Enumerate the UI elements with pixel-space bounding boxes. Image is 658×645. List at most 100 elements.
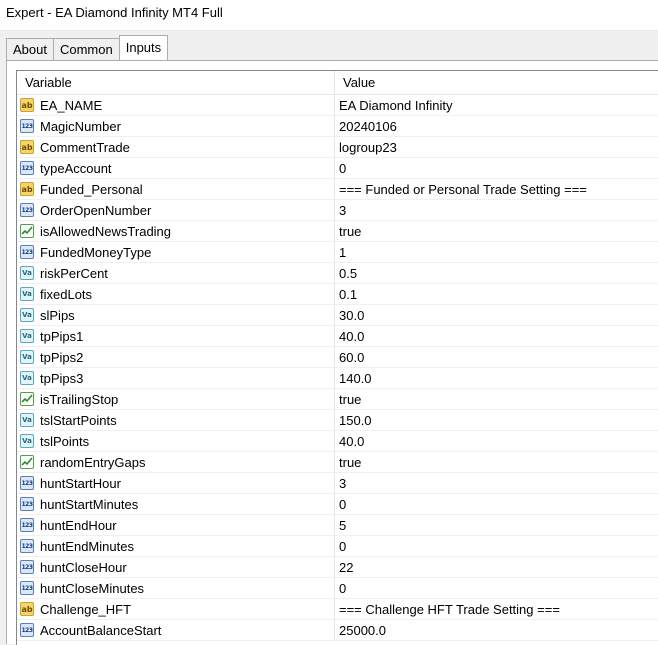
variable-name: Challenge_HFT bbox=[40, 601, 132, 617]
tab-inputs[interactable]: Inputs bbox=[118, 35, 169, 60]
table-row[interactable]: isTrailingStop true bbox=[17, 389, 658, 410]
variable-cell: Va tpPips2 bbox=[17, 347, 335, 368]
value-cell[interactable]: logroup23 bbox=[335, 137, 658, 158]
variable-name: riskPerCent bbox=[40, 265, 108, 281]
table-row[interactable]: ab EA_NAME EA Diamond Infinity bbox=[17, 95, 658, 116]
integer-icon: 123 bbox=[20, 245, 34, 259]
table-row[interactable]: Va riskPerCent 0.5 bbox=[17, 263, 658, 284]
value-cell[interactable]: 0 bbox=[335, 158, 658, 179]
table-row[interactable]: Va tpPips2 60.0 bbox=[17, 347, 658, 368]
value-cell[interactable]: 140.0 bbox=[335, 368, 658, 389]
column-header-variable[interactable]: Variable bbox=[17, 71, 335, 94]
value-cell[interactable]: 0 bbox=[335, 536, 658, 557]
double-icon: Va bbox=[20, 413, 34, 427]
value-cell[interactable]: true bbox=[335, 452, 658, 473]
value-cell[interactable]: 20240106 bbox=[335, 116, 658, 137]
value-cell[interactable]: 0.1 bbox=[335, 284, 658, 305]
inputs-table: Variable Value ab EA_NAME EA Diamond Infin… bbox=[16, 70, 658, 645]
variable-name: huntCloseMinutes bbox=[40, 580, 145, 596]
value-cell[interactable]: 5 bbox=[335, 515, 658, 536]
value-cell[interactable]: 40.0 bbox=[335, 431, 658, 452]
string-icon: ab bbox=[20, 140, 34, 154]
double-icon: Va bbox=[20, 350, 34, 364]
value-cell[interactable]: === Challenge HFT Trade Setting === bbox=[335, 599, 658, 620]
tab-about[interactable]: About bbox=[6, 38, 54, 60]
value-cell[interactable]: true bbox=[335, 221, 658, 242]
table-row[interactable]: 123 huntCloseMinutes 0 bbox=[17, 578, 658, 599]
table-row[interactable]: 123 huntStartHour 3 bbox=[17, 473, 658, 494]
window-title: Expert - EA Diamond Infinity MT4 Full bbox=[0, 0, 658, 31]
double-icon: Va bbox=[20, 371, 34, 385]
table-row[interactable]: Va slPips 30.0 bbox=[17, 305, 658, 326]
variable-name: EA_NAME bbox=[40, 97, 103, 113]
table-row[interactable]: 123 huntCloseHour 22 bbox=[17, 557, 658, 578]
table-row[interactable]: Va tpPips1 40.0 bbox=[17, 326, 658, 347]
table-row[interactable]: Va tpPips3 140.0 bbox=[17, 368, 658, 389]
variable-name: AccountBalanceStart bbox=[40, 622, 162, 638]
variable-cell: isAllowedNewsTrading bbox=[17, 221, 335, 242]
value-cell[interactable]: 3 bbox=[335, 200, 658, 221]
value-cell[interactable]: 0 bbox=[335, 494, 658, 515]
variable-cell: 123 OrderOpenNumber bbox=[17, 200, 335, 221]
variable-name: fixedLots bbox=[40, 286, 93, 302]
value-cell[interactable]: 0 bbox=[335, 578, 658, 599]
value-cell[interactable]: 25000.0 bbox=[335, 620, 658, 641]
string-icon: ab bbox=[20, 182, 34, 196]
value-cell[interactable]: EA Diamond Infinity bbox=[335, 95, 658, 116]
table-row[interactable]: 123 typeAccount 0 bbox=[17, 158, 658, 179]
table-row[interactable]: ab CommentTrade logroup23 bbox=[17, 137, 658, 158]
variable-name: tpPips3 bbox=[40, 370, 84, 386]
table-row[interactable]: 123 FundedMoneyType 1 bbox=[17, 242, 658, 263]
value-cell[interactable]: 22 bbox=[335, 557, 658, 578]
table-row[interactable]: ab Challenge_HFT === Challenge HFT Trade S… bbox=[17, 599, 658, 620]
value-cell[interactable]: 40.0 bbox=[335, 326, 658, 347]
variable-name: huntCloseHour bbox=[40, 559, 127, 575]
value-cell[interactable]: 30.0 bbox=[335, 305, 658, 326]
value-cell[interactable]: true bbox=[335, 389, 658, 410]
table-row[interactable]: randomEntryGaps true bbox=[17, 452, 658, 473]
double-icon: Va bbox=[20, 434, 34, 448]
variable-cell: ab CommentTrade bbox=[17, 137, 335, 158]
variable-name: tpPips2 bbox=[40, 349, 84, 365]
inputs-panel: Variable Value ab EA_NAME EA Diamond Infin… bbox=[6, 60, 658, 645]
table-row[interactable]: Va fixedLots 0.1 bbox=[17, 284, 658, 305]
double-icon: Va bbox=[20, 329, 34, 343]
value-cell[interactable]: === Funded or Personal Trade Setting === bbox=[335, 179, 658, 200]
value-cell[interactable]: 0.5 bbox=[335, 263, 658, 284]
variable-name: isAllowedNewsTrading bbox=[40, 223, 172, 239]
table-row[interactable]: 123 huntStartMinutes 0 bbox=[17, 494, 658, 515]
table-row[interactable]: 123 AccountBalanceStart 25000.0 bbox=[17, 620, 658, 641]
table-row[interactable]: ab Funded_Personal === Funded or Personal … bbox=[17, 179, 658, 200]
integer-icon: 123 bbox=[20, 119, 34, 133]
value-cell[interactable]: 3 bbox=[335, 473, 658, 494]
table-row[interactable]: isAllowedNewsTrading true bbox=[17, 221, 658, 242]
table-row[interactable]: Va tslStartPoints 150.0 bbox=[17, 410, 658, 431]
variable-name: typeAccount bbox=[40, 160, 112, 176]
variable-cell: isTrailingStop bbox=[17, 389, 335, 410]
integer-icon: 123 bbox=[20, 161, 34, 175]
variable-cell: Va riskPerCent bbox=[17, 263, 335, 284]
table-row[interactable]: 123 MagicNumber 20240106 bbox=[17, 116, 658, 137]
variable-name: OrderOpenNumber bbox=[40, 202, 152, 218]
table-header: Variable Value bbox=[17, 71, 658, 95]
value-cell[interactable]: 60.0 bbox=[335, 347, 658, 368]
integer-icon: 123 bbox=[20, 623, 34, 637]
integer-icon: 123 bbox=[20, 539, 34, 553]
variable-name: isTrailingStop bbox=[40, 391, 119, 407]
boolean-icon bbox=[20, 224, 34, 238]
value-cell[interactable]: 1 bbox=[335, 242, 658, 263]
variable-cell: 123 huntStartHour bbox=[17, 473, 335, 494]
tab-common[interactable]: Common bbox=[52, 38, 120, 60]
double-icon: Va bbox=[20, 287, 34, 301]
integer-icon: 123 bbox=[20, 497, 34, 511]
column-header-value[interactable]: Value bbox=[335, 71, 658, 94]
table-row[interactable]: 123 huntEndHour 5 bbox=[17, 515, 658, 536]
table-row[interactable]: 123 huntEndMinutes 0 bbox=[17, 536, 658, 557]
value-cell[interactable]: 150.0 bbox=[335, 410, 658, 431]
integer-icon: 123 bbox=[20, 518, 34, 532]
table-row[interactable]: Va tslPoints 40.0 bbox=[17, 431, 658, 452]
table-row[interactable]: 123 OrderOpenNumber 3 bbox=[17, 200, 658, 221]
variable-cell: 123 FundedMoneyType bbox=[17, 242, 335, 263]
table-body: ab EA_NAME EA Diamond Infinity 123 MagicNumb… bbox=[17, 95, 658, 641]
variable-cell: 123 MagicNumber bbox=[17, 116, 335, 137]
